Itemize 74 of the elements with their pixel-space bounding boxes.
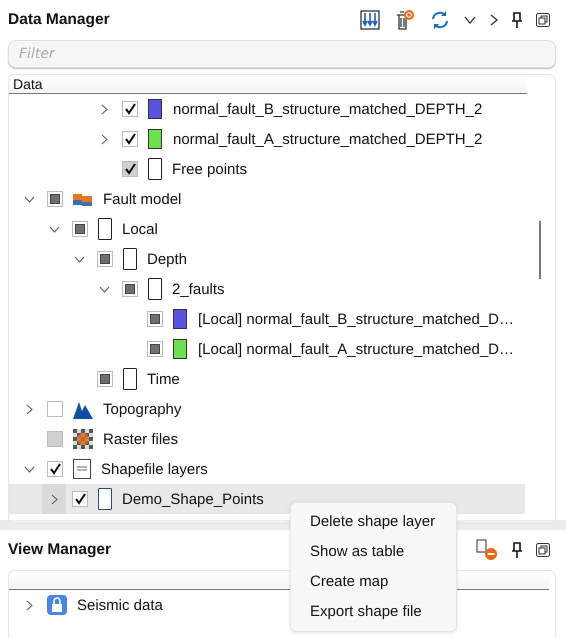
panel-title: View Manager bbox=[8, 541, 112, 559]
refresh-icon[interactable] bbox=[430, 10, 450, 30]
chevron-down-icon[interactable] bbox=[24, 466, 34, 472]
document-icon bbox=[148, 278, 162, 300]
pin-icon[interactable] bbox=[512, 542, 522, 558]
document-icon bbox=[123, 368, 137, 390]
checkbox[interactable] bbox=[122, 131, 138, 147]
checkbox[interactable] bbox=[97, 251, 113, 267]
chevron-down-icon[interactable] bbox=[48, 226, 60, 232]
chevron-down-icon[interactable] bbox=[98, 286, 110, 292]
checkered-icon bbox=[73, 429, 93, 449]
column-header[interactable]: Data bbox=[9, 75, 527, 94]
checkbox[interactable] bbox=[97, 371, 113, 387]
chevron-down-icon[interactable] bbox=[464, 16, 476, 24]
scrollbar[interactable] bbox=[539, 221, 541, 279]
chevron-right-icon[interactable] bbox=[50, 494, 58, 504]
tree-row[interactable]: Time bbox=[9, 364, 525, 394]
checkbox[interactable] bbox=[72, 491, 88, 507]
lock-icon bbox=[47, 595, 67, 615]
document-icon bbox=[123, 248, 137, 270]
tree-item-label[interactable]: [Local] normal_fault_B_structure_matched_D… bbox=[198, 310, 514, 328]
restore-icon[interactable] bbox=[536, 13, 550, 27]
tree-row[interactable]: 2_faults bbox=[9, 274, 525, 304]
tree-row[interactable]: Fault model bbox=[9, 184, 525, 214]
checkbox[interactable] bbox=[72, 221, 88, 237]
checkbox[interactable] bbox=[47, 191, 63, 207]
tree-item-label[interactable]: normal_fault_B_structure_matched_DEPTH_2 bbox=[173, 100, 482, 118]
shapefile-icon bbox=[73, 459, 91, 479]
pin-icon[interactable] bbox=[512, 12, 522, 28]
blocks-icon bbox=[73, 191, 93, 207]
chevron-right-icon[interactable] bbox=[26, 600, 32, 610]
restore-icon[interactable] bbox=[536, 543, 550, 557]
chevron-down-icon[interactable] bbox=[74, 256, 84, 262]
tree-row[interactable]: [Local] normal_fault_A_structure_matched_D… bbox=[9, 334, 525, 364]
tree-row[interactable]: Shapefile layers bbox=[9, 454, 525, 484]
chevron-down-icon[interactable] bbox=[24, 196, 34, 202]
menu-item[interactable]: Show as table bbox=[291, 537, 456, 567]
delete-icon[interactable] bbox=[394, 9, 416, 31]
document-icon bbox=[148, 158, 162, 180]
tree-item-label[interactable]: normal_fault_A_structure_matched_DEPTH_2 bbox=[173, 130, 482, 148]
tree-row[interactable]: [Local] normal_fault_B_structure_matched_D… bbox=[9, 304, 525, 334]
tree-item-label[interactable]: Depth bbox=[147, 250, 188, 268]
tree-row[interactable]: normal_fault_B_structure_matched_DEPTH_2 bbox=[9, 94, 525, 124]
checkbox[interactable] bbox=[147, 311, 163, 327]
tree-item-label[interactable]: Shapefile layers bbox=[101, 460, 208, 478]
tree-row[interactable]: Local bbox=[9, 214, 525, 244]
checkbox[interactable] bbox=[122, 101, 138, 117]
chevron-right-icon[interactable] bbox=[26, 404, 32, 414]
chevron-right-icon[interactable] bbox=[100, 134, 108, 144]
panel-title: Data Manager bbox=[8, 11, 110, 29]
tree-item-label[interactable]: [Local] normal_fault_A_structure_matched_D… bbox=[198, 340, 514, 358]
menu-item[interactable]: Export shape file bbox=[291, 597, 456, 627]
checkbox[interactable] bbox=[147, 341, 163, 357]
remove-icon[interactable] bbox=[476, 539, 498, 561]
document-icon bbox=[98, 488, 112, 510]
download-arrows-icon[interactable] bbox=[360, 10, 380, 30]
tree-item-label[interactable]: 2_faults bbox=[172, 280, 225, 298]
tree-item-label[interactable]: Fault model bbox=[103, 190, 182, 208]
tree-item-label[interactable]: Topography bbox=[103, 400, 182, 418]
tree-row[interactable]: Depth bbox=[9, 244, 525, 274]
checkbox[interactable] bbox=[122, 281, 138, 297]
chevron-right-icon[interactable] bbox=[490, 14, 498, 26]
tree-item-label[interactable]: Seismic data bbox=[77, 596, 163, 614]
menu-item[interactable]: Create map bbox=[291, 567, 456, 597]
document-icon bbox=[98, 218, 112, 240]
tree-item-label[interactable]: Time bbox=[147, 370, 180, 388]
tree-item-label[interactable]: Demo_Shape_Points bbox=[122, 490, 264, 508]
tree-row[interactable]: Topography bbox=[9, 394, 525, 424]
checkbox[interactable] bbox=[47, 461, 63, 477]
tree-item-label[interactable]: Local bbox=[122, 220, 158, 238]
tree-row[interactable]: normal_fault_A_structure_matched_DEPTH_2 bbox=[9, 124, 525, 154]
chevron-right-icon[interactable] bbox=[100, 104, 108, 114]
filter-field[interactable]: Filter bbox=[8, 40, 556, 68]
checkbox[interactable] bbox=[47, 401, 63, 417]
